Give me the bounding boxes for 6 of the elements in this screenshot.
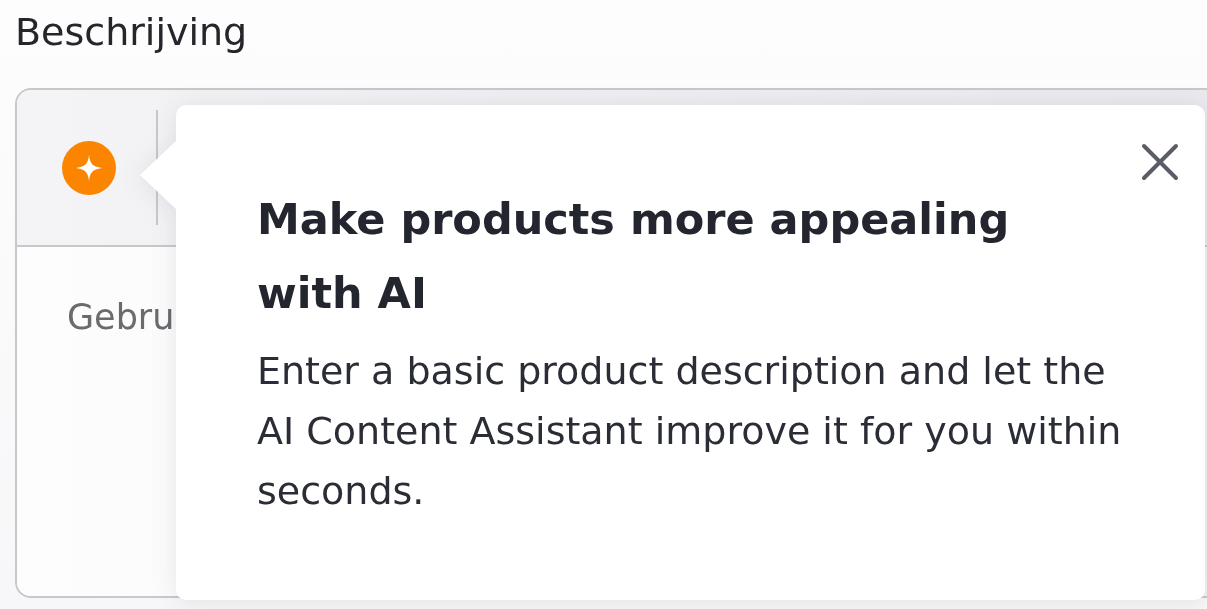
popover-text: Enter a basic product description and let the AI Content Assistant improve it for you within seconds. <box>257 348 1123 515</box>
text-editor[interactable]: Gebru Make products more appealing with AI Enter a basic product description and let the AI Content Assistant improve it for you within seconds. <box>15 88 1207 598</box>
close-icon[interactable] <box>1141 143 1179 181</box>
popover-pointer <box>140 139 178 211</box>
field-label: Beschrijving <box>15 10 248 54</box>
popover-title: Make products more appealing with AI <box>257 193 1011 320</box>
